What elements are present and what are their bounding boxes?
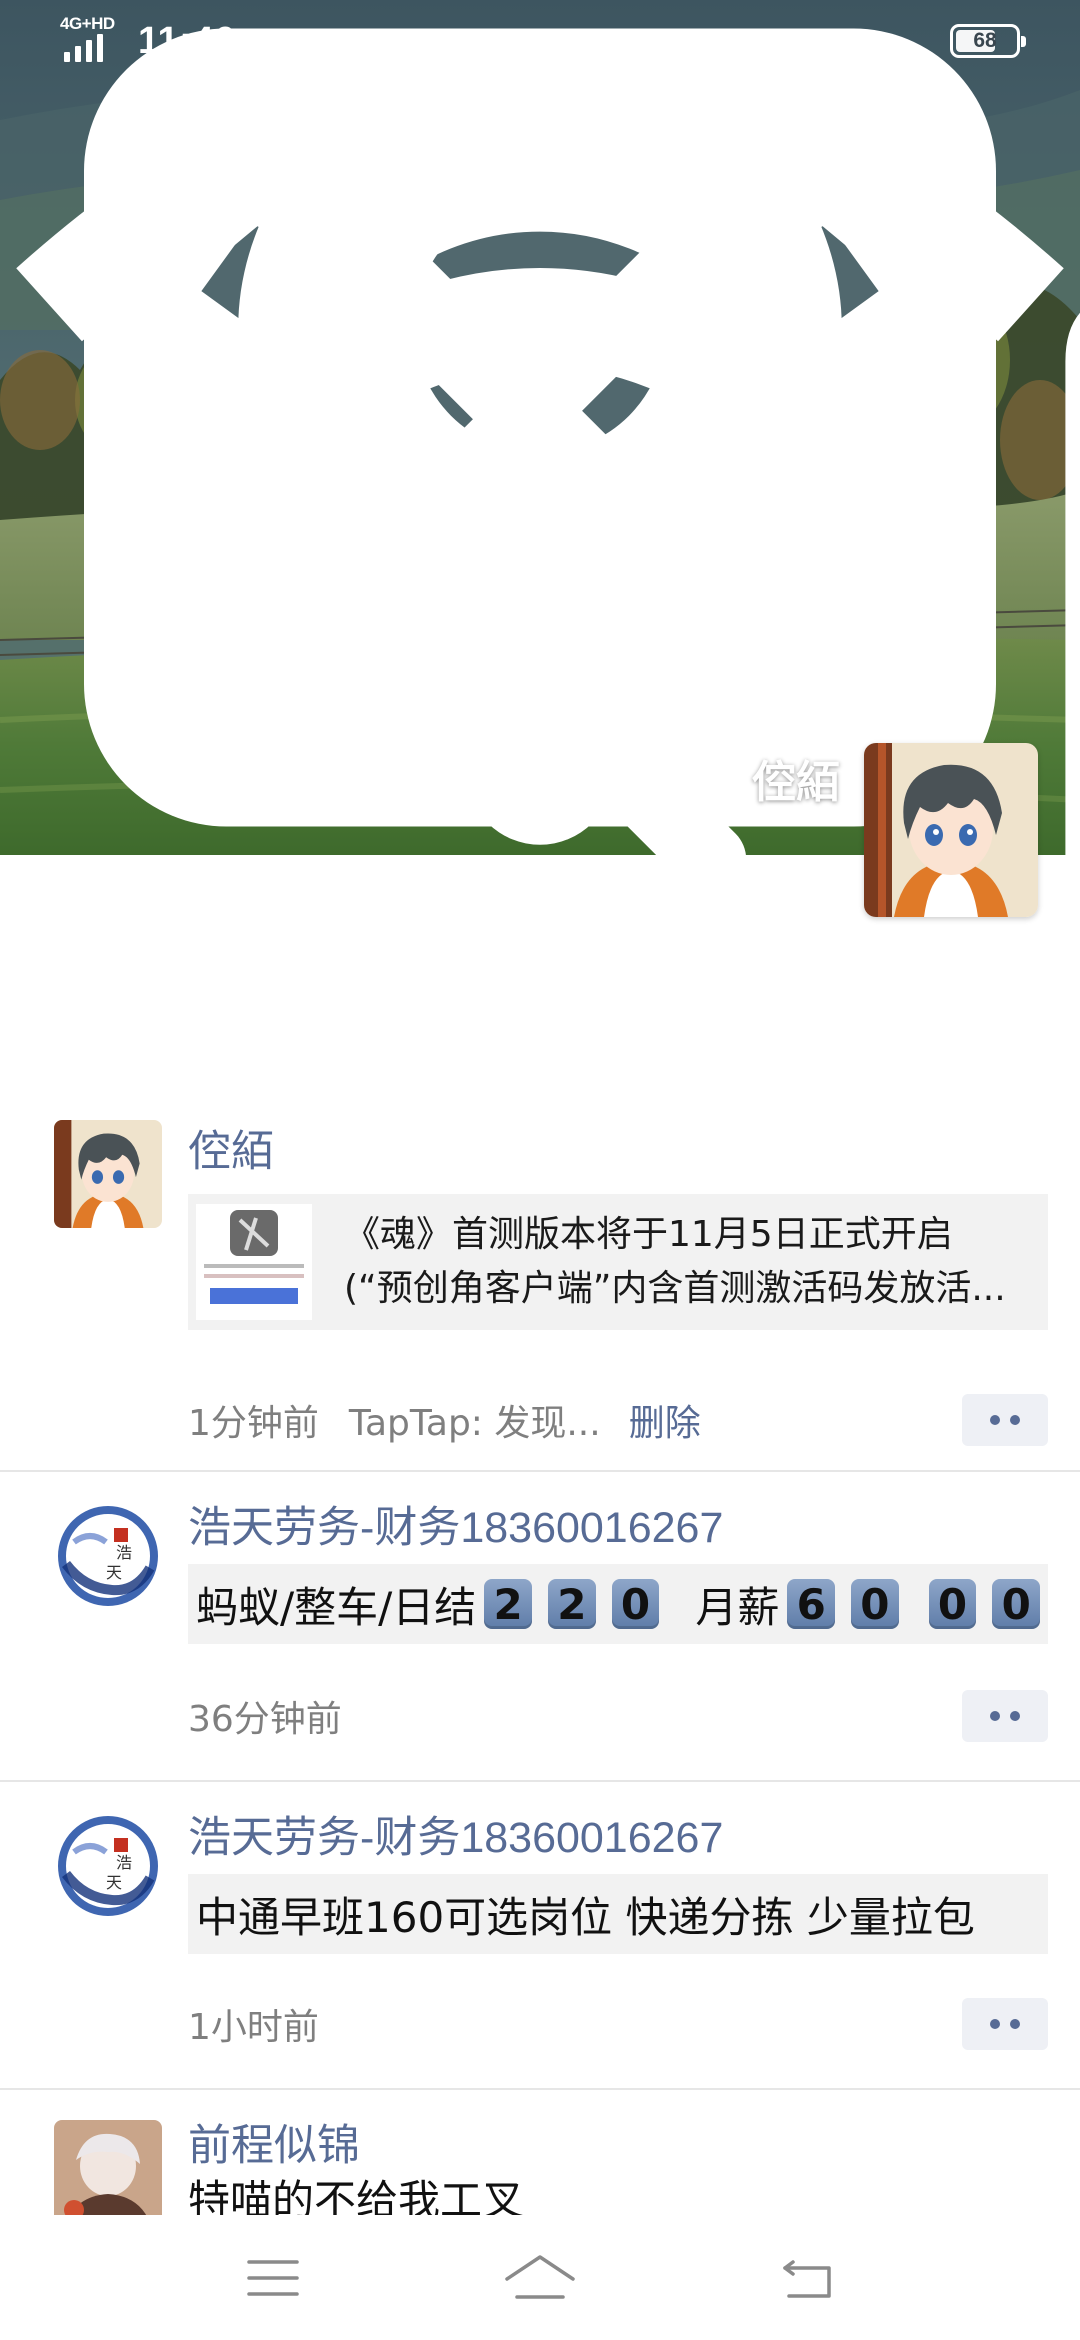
keycap-digit: 2 [484, 1579, 532, 1629]
home-button[interactable] [490, 2238, 590, 2318]
post-body: 浩天劳务-财务18360016267 中通早班160可选岗位 快递分拣 少量拉包 [188, 1782, 1048, 1954]
post-body: 浩天劳务-财务18360016267 蚂蚁/整车/日结 2 2 0 月薪 6 0… [188, 1472, 1048, 1644]
keycap-digit: 2 [547, 1579, 596, 1629]
battery-icon: 68 [950, 24, 1026, 58]
svg-text:浩: 浩 [116, 1543, 132, 1562]
post-time: 36分钟前 [188, 1699, 342, 1740]
post-author[interactable]: 浩天劳务-财务18360016267 [188, 1498, 1048, 1558]
app-thumbnail-image [196, 1204, 312, 1320]
post-meta: 36分钟前 [188, 1690, 1048, 1742]
post-avatar[interactable] [54, 2120, 162, 2228]
feed-post: 浩 天 浩天劳务-财务18360016267 蚂蚁/整车/日结 2 2 0 月薪… [0, 1472, 1080, 1782]
post-body: 前程似锦 特喵的不给我工叉 [188, 2090, 1048, 2226]
keycap-digit: 6 [787, 1579, 836, 1629]
moments-screen: 4G+HD 11:46 [0, 0, 1080, 2340]
post-text-content: 中通早班160可选岗位 快递分拣 少量拉包 [196, 1892, 975, 1942]
home-icon [505, 2254, 575, 2299]
profile-avatar[interactable] [864, 743, 1038, 917]
keycap-digit: 0 [928, 1579, 977, 1629]
anime-avatar-image [54, 1120, 162, 1228]
post-text[interactable]: 中通早班160可选岗位 快递分拣 少量拉包 [188, 1874, 1048, 1954]
post-source[interactable]: TapTap: 发现... [349, 1394, 601, 1446]
profile-name[interactable]: 倥絔 [752, 746, 840, 810]
anime-avatar-image [864, 743, 1038, 917]
ink-logo-avatar-image: 浩 天 [54, 1502, 162, 1610]
post-author[interactable]: 倥絔 [188, 1122, 1048, 1182]
post-time: 1小时前 [188, 2007, 319, 2048]
post-author[interactable]: 前程似锦 [188, 2116, 1048, 2176]
keycap-digit: 0 [992, 1579, 1041, 1629]
more-button[interactable] [962, 1394, 1048, 1446]
link-card[interactable]: 《魂》首测版本将于11月5日正式开启 (“预创角客户端”内含首测激活码发放活..… [188, 1194, 1048, 1330]
svg-text:天: 天 [106, 1873, 122, 1892]
post-avatar[interactable]: 浩 天 [54, 1502, 162, 1610]
moments-feed: 倥絔 《魂》首测版本将于11月5日正式开启 (“预创角客户端”内含首测激活码发放… [0, 1112, 1080, 2290]
post-body: 倥絔 《魂》首测版本将于11月5日正式开启 (“预创角客户端”内含首测激活码发放… [188, 1112, 1048, 1330]
delete-button[interactable]: 删除 [629, 1394, 701, 1446]
back-button[interactable] [28, 118, 747, 855]
menu-button[interactable] [223, 2238, 323, 2318]
status-bar: 4G+HD 11:46 [0, 0, 1080, 845]
link-thumbnail [196, 1204, 312, 1320]
back-icon [782, 2259, 831, 2298]
post-author[interactable]: 浩天劳务-财务18360016267 [188, 1808, 1048, 1868]
system-navigation-bar [0, 2215, 1080, 2340]
more-button[interactable] [962, 1690, 1048, 1742]
feed-post: 浩 天 浩天劳务-财务18360016267 中通早班160可选岗位 快递分拣 … [0, 1782, 1080, 2090]
battery-level: 68 [973, 29, 997, 52]
post-text-b: 月薪 [695, 1582, 780, 1632]
post-meta: 1分钟前 TapTap: 发现... 删除 [188, 1394, 1048, 1446]
post-text-a: 蚂蚁/整车/日结 [196, 1582, 477, 1632]
back-nav-button[interactable] [757, 2238, 857, 2318]
post-avatar[interactable] [54, 1120, 162, 1228]
camera-button[interactable] [970, 122, 1080, 855]
post-time: 1分钟前 [188, 1403, 319, 1444]
post-text[interactable]: 蚂蚁/整车/日结 2 2 0 月薪 6 0 0 0 [188, 1564, 1048, 1644]
more-button[interactable] [962, 1998, 1048, 2050]
photo-avatar-image [54, 2120, 162, 2228]
link-title-line2: (“预创角客户端”内含首测激活码发放活... [344, 1268, 1006, 1309]
svg-text:浩: 浩 [116, 1853, 132, 1872]
keycap-digit: 0 [611, 1579, 660, 1629]
post-meta: 1小时前 [188, 1998, 1048, 2050]
menu-icon [247, 2259, 300, 2296]
cover-image[interactable]: 4G+HD 11:46 [0, 0, 1080, 855]
feed-post: 倥絔 《魂》首测版本将于11月5日正式开启 (“预创角客户端”内含首测激活码发放… [0, 1112, 1080, 1472]
post-avatar[interactable]: 浩 天 [54, 1812, 162, 1920]
svg-text:天: 天 [106, 1563, 122, 1582]
link-title-line1: 《魂》首测版本将于11月5日正式开启 [344, 1214, 953, 1255]
ink-logo-avatar-image: 浩 天 [54, 1812, 162, 1920]
keycap-digit: 0 [851, 1579, 899, 1629]
